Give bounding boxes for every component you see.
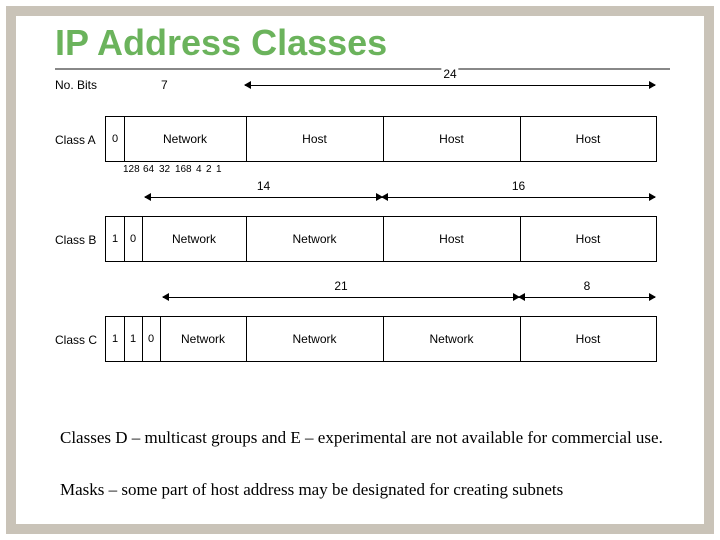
seg: Host: [302, 132, 327, 146]
frame-top: [6, 6, 714, 16]
seg: Host: [439, 132, 464, 146]
bit: 1: [130, 333, 136, 345]
bit: 0: [148, 333, 154, 345]
seg: Network: [292, 232, 336, 246]
bitval: 2: [206, 164, 212, 175]
class-b-box: 1 0 Network Network Host Host: [105, 216, 657, 262]
dim-label: 8: [582, 279, 593, 293]
dim-label: 14: [255, 179, 272, 193]
bit: 0: [112, 133, 118, 145]
seg: Host: [439, 232, 464, 246]
seg: Network: [172, 232, 216, 246]
frame-bottom: [6, 524, 714, 534]
seg: Host: [576, 132, 601, 146]
bit: 0: [130, 233, 136, 245]
slide: IP Address Classes No. Bits 7 24 Class A…: [0, 0, 720, 540]
seg: Network: [163, 132, 207, 146]
label-class-a: Class A: [55, 133, 96, 147]
diagram: No. Bits 7 24 Class A 0 Network Host Hos…: [55, 78, 670, 408]
note-masks: Masks – some part of host address may be…: [60, 480, 670, 500]
slide-title: IP Address Classes: [55, 22, 387, 64]
note-classes-de: Classes D – multicast groups and E – exp…: [60, 428, 670, 448]
class-a-box: 0 Network Host Host Host: [105, 116, 657, 162]
seg: Network: [292, 332, 336, 346]
class-c-box: 1 1 0 Network Network Network Host: [105, 316, 657, 362]
seg: Host: [576, 332, 601, 346]
bit: 1: [112, 233, 118, 245]
dim-arrow-b-host: 16: [382, 192, 655, 202]
bitval: 8: [186, 164, 192, 175]
frame-left: [6, 6, 16, 534]
bitval: 1: [216, 164, 222, 175]
bitval: 32: [159, 164, 170, 175]
dim-label: 24: [441, 67, 458, 81]
label-class-b: Class B: [55, 233, 96, 247]
seg: Network: [429, 332, 473, 346]
label-class-c: Class C: [55, 333, 97, 347]
label-bits: No. Bits: [55, 78, 97, 92]
bitval: 4: [196, 164, 202, 175]
seg: Network: [181, 332, 225, 346]
bitval: 64: [143, 164, 154, 175]
dim-arrow-a-host: 24: [245, 80, 655, 90]
dim-arrow-c-net: 21: [163, 292, 519, 302]
bitval: 128: [123, 164, 140, 175]
dim-arrow-c-host: 8: [519, 292, 655, 302]
frame-right: [704, 6, 714, 534]
bit: 1: [112, 333, 118, 345]
bitval: 16: [175, 164, 186, 175]
label-first-width: 7: [161, 78, 168, 92]
title-underline: [55, 68, 670, 70]
dim-label: 21: [332, 279, 349, 293]
dim-arrow-b-net: 14: [145, 192, 382, 202]
dim-label: 16: [510, 179, 527, 193]
seg: Host: [576, 232, 601, 246]
